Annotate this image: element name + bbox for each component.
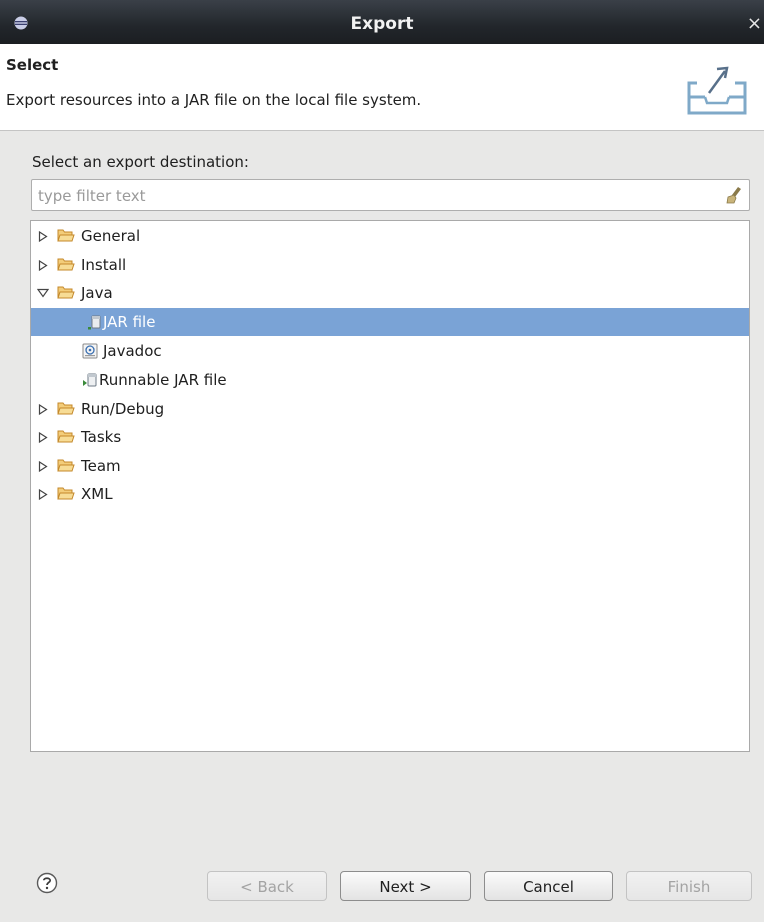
next-button[interactable]: Next > xyxy=(340,871,471,901)
tree-item-label: Install xyxy=(81,256,127,274)
tree-item-label: Javadoc xyxy=(103,342,162,360)
window-title: Export xyxy=(350,14,414,34)
tree-item-java[interactable]: Java xyxy=(31,279,749,307)
tree-item-label: Team xyxy=(81,457,121,475)
collapse-arrow-icon[interactable] xyxy=(37,279,49,307)
tree-item-label: Java xyxy=(81,284,113,302)
folder-icon xyxy=(57,459,75,472)
page-description: Export resources into a JAR file on the … xyxy=(6,91,422,109)
folder-icon xyxy=(57,487,75,500)
javadoc-icon xyxy=(82,343,98,359)
tree-item-xml[interactable]: XML xyxy=(31,480,749,508)
export-wizard-icon xyxy=(687,66,747,115)
export-destination-label: Select an export destination: xyxy=(32,153,249,171)
expand-arrow-icon[interactable] xyxy=(38,452,50,480)
tree-item-label: General xyxy=(81,227,141,245)
page-title: Select xyxy=(6,56,59,74)
tree-item-install[interactable]: Install xyxy=(31,251,749,279)
folder-icon xyxy=(57,229,75,242)
tree-item-label: XML xyxy=(81,485,113,503)
folder-icon xyxy=(57,258,75,271)
export-wizard-tree[interactable]: General Install Java JAR file Javadoc Ru… xyxy=(30,220,750,752)
tree-item-jar-file[interactable]: JAR file xyxy=(31,308,749,336)
folder-icon xyxy=(57,286,75,299)
expand-arrow-icon[interactable] xyxy=(38,251,50,279)
back-button[interactable]: < Back xyxy=(207,871,327,901)
cancel-button[interactable]: Cancel xyxy=(484,871,613,901)
clear-filter-icon[interactable] xyxy=(724,185,744,205)
filter-input[interactable] xyxy=(36,184,720,208)
help-icon[interactable] xyxy=(36,872,58,894)
expand-arrow-icon[interactable] xyxy=(38,395,50,423)
tree-item-javadoc[interactable]: Javadoc xyxy=(31,337,749,365)
jar-file-icon xyxy=(88,315,101,330)
title-bar: Export × xyxy=(0,0,764,44)
runnable-jar-icon xyxy=(83,373,97,387)
tree-item-general[interactable]: General xyxy=(31,222,749,250)
tree-item-label: Tasks xyxy=(81,428,122,446)
tree-item-label: Runnable JAR file xyxy=(99,371,227,389)
tree-item-run-debug[interactable]: Run/Debug xyxy=(31,395,749,423)
expand-arrow-icon[interactable] xyxy=(38,423,50,451)
tree-item-label: Run/Debug xyxy=(81,400,165,418)
folder-icon xyxy=(57,430,75,443)
tree-item-team[interactable]: Team xyxy=(31,452,749,480)
tree-item-label: JAR file xyxy=(103,313,156,331)
expand-arrow-icon[interactable] xyxy=(38,480,50,508)
tree-item-runnable-jar-file[interactable]: Runnable JAR file xyxy=(31,366,749,394)
close-icon[interactable]: × xyxy=(747,13,762,34)
folder-icon xyxy=(57,402,75,415)
wizard-header: Select Export resources into a JAR file … xyxy=(0,44,764,131)
finish-button[interactable]: Finish xyxy=(626,871,752,901)
tree-item-tasks[interactable]: Tasks xyxy=(31,423,749,451)
expand-arrow-icon[interactable] xyxy=(38,222,50,250)
filter-field xyxy=(31,179,750,211)
